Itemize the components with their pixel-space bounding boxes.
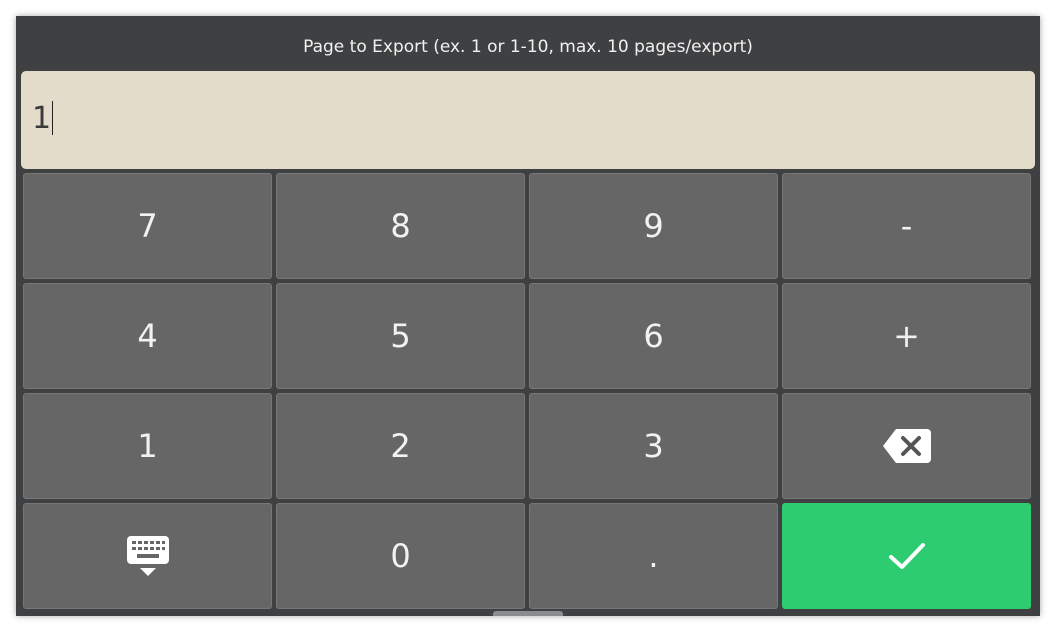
- key-7[interactable]: 7: [23, 173, 272, 279]
- key-minus[interactable]: -: [782, 173, 1031, 279]
- key-3[interactable]: 3: [529, 393, 778, 499]
- hide-keyboard-button[interactable]: [23, 503, 272, 609]
- page-input-value: 1: [32, 101, 54, 137]
- key-6-label: 6: [643, 317, 664, 355]
- key-3-label: 3: [643, 427, 664, 465]
- confirm-button[interactable]: [782, 503, 1031, 609]
- backspace-button[interactable]: [782, 393, 1031, 499]
- keyboard-hide-icon: [126, 536, 169, 576]
- key-1-label: 1: [137, 427, 158, 465]
- key-9[interactable]: 9: [529, 173, 778, 279]
- key-2[interactable]: 2: [276, 393, 525, 499]
- key-9-label: 9: [643, 207, 664, 245]
- key-decimal[interactable]: .: [529, 503, 778, 609]
- backspace-icon: [882, 429, 931, 463]
- key-5-label: 5: [390, 317, 411, 355]
- key-7-label: 7: [137, 207, 158, 245]
- page-input-text: 1: [32, 101, 52, 136]
- page-input-field[interactable]: 1: [21, 71, 1035, 169]
- drag-handle[interactable]: [493, 611, 563, 616]
- checkmark-icon: [888, 543, 925, 569]
- dialog-title: Page to Export (ex. 1 or 1-10, max. 10 p…: [303, 37, 753, 57]
- numeric-keypad: 7 8 9 - 4 5 6 + 1 2 3 0 .: [23, 173, 1033, 609]
- key-minus-label: -: [900, 207, 913, 245]
- key-2-label: 2: [390, 427, 411, 465]
- text-caret: [52, 101, 54, 135]
- key-0[interactable]: 0: [276, 503, 525, 609]
- key-8[interactable]: 8: [276, 173, 525, 279]
- key-4[interactable]: 4: [23, 283, 272, 389]
- key-0-label: 0: [390, 537, 411, 575]
- key-plus[interactable]: +: [782, 283, 1031, 389]
- key-4-label: 4: [137, 317, 158, 355]
- key-6[interactable]: 6: [529, 283, 778, 389]
- key-5[interactable]: 5: [276, 283, 525, 389]
- key-1[interactable]: 1: [23, 393, 272, 499]
- page-export-dialog: Page to Export (ex. 1 or 1-10, max. 10 p…: [16, 16, 1040, 616]
- key-8-label: 8: [390, 207, 411, 245]
- key-plus-label: +: [893, 317, 920, 355]
- key-decimal-label: .: [648, 537, 659, 575]
